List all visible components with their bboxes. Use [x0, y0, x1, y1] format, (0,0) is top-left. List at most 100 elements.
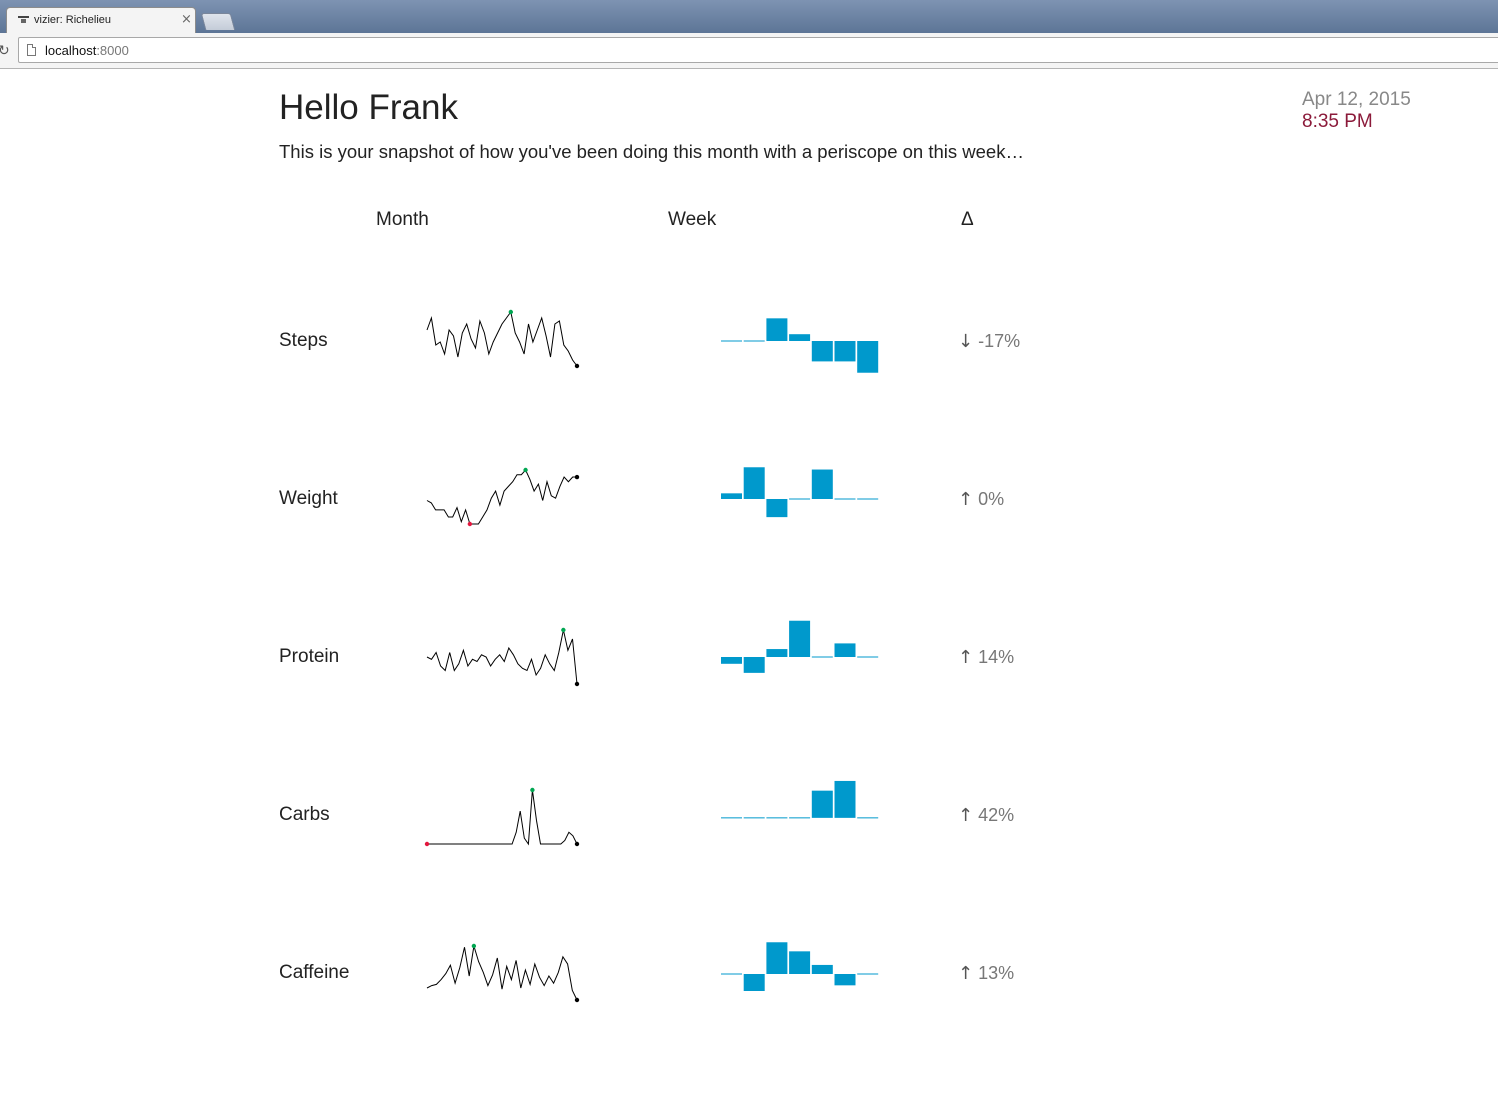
max-point — [523, 467, 528, 473]
week-bars-protein — [721, 620, 879, 673]
min-point — [467, 521, 473, 527]
week-bar — [721, 817, 742, 819]
metric-label: Protein — [279, 646, 340, 667]
min-point — [424, 841, 430, 847]
last-point — [574, 841, 580, 847]
week-bar — [721, 973, 742, 975]
week-bar — [789, 334, 811, 341]
delta-value: 13% — [978, 963, 1015, 983]
delta-value: 14% — [978, 647, 1015, 667]
week-bar — [834, 498, 856, 500]
week-bar — [789, 817, 811, 819]
week-bar — [811, 469, 833, 499]
week-bar — [721, 340, 742, 342]
month-sparkline-caffeine — [426, 943, 580, 1003]
week-bar — [811, 341, 833, 362]
delta-weight: ↑ 0% — [958, 489, 1004, 510]
favicon-icon — [18, 16, 29, 24]
week-bar — [811, 964, 833, 974]
week-bar — [721, 657, 742, 664]
week-bar — [789, 951, 811, 974]
delta-steps: ↓ -17% — [958, 331, 1020, 352]
week-bar — [834, 341, 856, 362]
week-bar — [857, 498, 879, 500]
url-host: localhost — [45, 43, 97, 58]
sparkline-path — [426, 310, 578, 367]
week-bar — [743, 974, 765, 991]
column-header-delta: Δ — [961, 209, 974, 230]
arrow-up-icon: ↑ — [958, 647, 974, 668]
last-point — [574, 997, 580, 1003]
arrow-up-icon: ↑ — [958, 489, 974, 510]
week-bar — [811, 790, 833, 818]
week-bar — [743, 817, 765, 819]
url-text[interactable]: localhost:8000 — [45, 43, 129, 58]
sparkline-path — [426, 945, 578, 1001]
week-bar — [789, 620, 811, 657]
week-bars-weight — [721, 467, 879, 518]
delta-protein: ↑ 14% — [958, 647, 1014, 668]
week-bar — [857, 341, 879, 373]
metric-label: Caffeine — [279, 962, 350, 983]
week-bar — [766, 649, 788, 657]
delta-value: -17% — [978, 331, 1021, 351]
sparkline-path — [427, 789, 578, 846]
column-header-month: Month — [376, 209, 429, 230]
week-bar — [743, 657, 765, 673]
page-icon — [27, 44, 36, 56]
max-point — [508, 309, 514, 315]
week-bar — [743, 467, 765, 499]
metric-label: Steps — [279, 330, 328, 351]
reload-icon[interactable]: ↻ — [0, 43, 10, 59]
week-bars-steps — [721, 318, 879, 373]
delta-value: 0% — [978, 489, 1005, 509]
week-bar — [857, 656, 879, 658]
week-bar — [721, 493, 742, 499]
browser-tab-strip: vizier: Richelieu × — [0, 0, 1498, 33]
week-bar — [766, 817, 788, 819]
month-sparkline-protein — [426, 627, 580, 687]
arrow-up-icon: ↑ — [958, 805, 974, 826]
week-bar — [766, 318, 788, 341]
metric-label: Carbs — [279, 804, 330, 825]
delta-carbs: ↑ 42% — [958, 805, 1014, 826]
month-sparkline-carbs — [424, 787, 580, 847]
week-bar — [789, 498, 811, 500]
delta-caffeine: ↑ 13% — [958, 963, 1014, 984]
last-point — [574, 363, 580, 369]
week-bar — [766, 499, 788, 518]
week-bars-carbs — [721, 780, 879, 819]
page-subtitle: This is your snapshot of how you've been… — [279, 141, 1024, 162]
month-sparkline-weight — [426, 467, 580, 527]
week-bar — [811, 656, 833, 658]
week-bar — [834, 974, 856, 986]
max-point — [530, 787, 535, 793]
sparkline-path — [426, 469, 577, 525]
metric-label: Weight — [279, 488, 338, 509]
week-bars-caffeine — [721, 942, 879, 991]
max-point — [471, 943, 477, 949]
arrow-up-icon: ↑ — [958, 963, 974, 984]
week-bar — [766, 942, 788, 974]
week-bar — [743, 340, 765, 342]
delta-value: 42% — [978, 805, 1015, 825]
current-time: 8:35 PM — [1302, 111, 1373, 132]
week-bar — [857, 973, 879, 975]
url-port: :8000 — [96, 43, 129, 58]
browser-tab[interactable]: vizier: Richelieu × — [6, 7, 196, 33]
address-bar[interactable]: localhost:8000 — [18, 37, 1498, 63]
max-point — [561, 627, 566, 633]
arrow-down-icon: ↓ — [958, 331, 974, 352]
column-header-week: Week — [668, 209, 717, 230]
month-sparkline-steps — [426, 309, 580, 369]
page-title: Hello Frank — [279, 88, 458, 127]
week-bar — [834, 643, 856, 657]
current-date: Apr 12, 2015 — [1302, 89, 1411, 110]
new-tab-button[interactable] — [200, 13, 236, 30]
last-point — [574, 474, 580, 480]
tab-title: vizier: Richelieu — [34, 14, 112, 26]
sparkline-path — [426, 629, 578, 685]
close-icon[interactable]: × — [181, 12, 192, 27]
last-point — [574, 681, 580, 687]
browser-toolbar: ↻ localhost:8000 — [0, 33, 1498, 69]
